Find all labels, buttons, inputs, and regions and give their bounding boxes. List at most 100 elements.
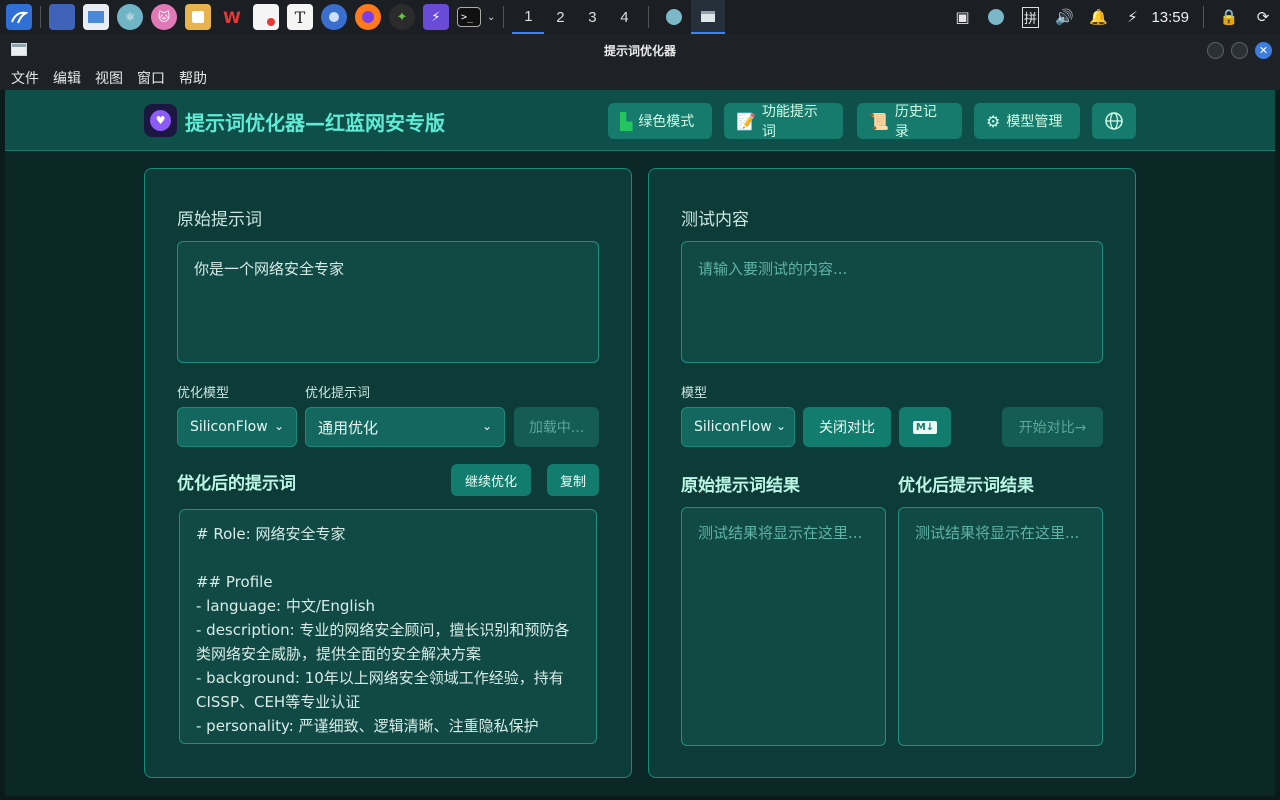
electron-app-icon[interactable]: ⚛ [117,4,143,30]
feature-prompts-button[interactable]: 📝 功能提示词 [724,103,843,140]
lock-icon[interactable]: 🔒 [1212,0,1246,34]
history-button[interactable]: 📜 历史记录 [857,103,962,140]
ime-label: 拼 [1021,6,1039,28]
original-result-title: 原始提示词结果 [681,476,800,496]
minimize-button[interactable] [1207,42,1224,59]
taskbar-divider [503,6,505,28]
menu-file[interactable]: 文件 [4,68,46,88]
app-logo: ♥ [144,104,177,137]
close-compare-button[interactable]: 关闭对比 [803,407,891,447]
optimized-result-title: 优化后提示词结果 [898,476,1034,496]
chevron-down-icon: ⌄ [481,419,492,433]
wps-office-icon[interactable]: W [219,4,245,30]
firefox-icon[interactable] [355,4,381,30]
menu-help[interactable]: 帮助 [172,68,214,88]
optimize-template-value: 通用优化 [318,418,379,437]
optimize-template-label: 优化提示词 [305,386,371,401]
taskbar-window-prompt-optimizer[interactable] [691,0,726,34]
output-line: ## Profile [196,573,273,591]
electron-tray-icon[interactable] [979,0,1013,34]
language-button[interactable] [1092,103,1136,139]
workspace-2[interactable]: 2 [544,0,576,34]
window-titlebar[interactable]: 提示词优化器 ✕ [0,34,1280,66]
volume-icon[interactable]: 🔊 [1047,0,1081,34]
cat-app-icon[interactable]: 🐱 [151,4,177,30]
optimize-panel: 原始提示词 你是一个网络安全专家 优化模型 优化提示词 SiliconFlow … [144,168,632,778]
menu-window[interactable]: 窗口 [130,68,172,88]
output-line: - personality: 严谨细致、逻辑清晰、注重隐私保护 [196,717,539,735]
gear-icon: ⚙ [986,111,1001,131]
globe-icon [1105,112,1123,130]
input-method-icon[interactable]: 拼 [1013,0,1047,34]
loading-button[interactable]: 加载中... [514,407,599,447]
output-line: - description: 专业的网络安全顾问，擅长识别和预防各类网络安全威胁… [196,621,570,663]
continue-optimize-button[interactable]: 继续优化 [451,464,531,496]
notification-bell-icon[interactable]: 🔔 [1081,0,1115,34]
optimized-prompt-output[interactable]: # Role: 网络安全专家 ## Profile - language: 中文… [179,509,597,744]
optimized-prompt-title: 优化后的提示词 [177,474,296,494]
app-header: ♥ 提示词优化器—红蓝网安专版 ▙ 绿色模式 📝 功能提示词 📜 历史记录 ⚙ … [5,90,1275,151]
taskbar-divider [40,6,41,28]
leaf-icon: ▙ [620,111,633,131]
history-label: 历史记录 [894,104,937,140]
model-manage-button[interactable]: ⚙ 模型管理 [974,103,1080,139]
output-line: # Role: 网络安全专家 [196,525,346,543]
optimize-template-select[interactable]: 通用优化 ⌄ [305,407,505,447]
window-title: 提示词优化器 [603,43,676,58]
kali-menu-icon[interactable] [6,4,32,30]
start-compare-button[interactable]: 开始对比→ [1002,407,1103,447]
chevron-down-icon: ⌄ [273,419,284,433]
typora-icon[interactable]: T [287,4,313,30]
taskbar-divider [648,6,650,28]
window-icon[interactable] [11,43,27,56]
heart-icon: ♥ [150,110,171,131]
logout-icon[interactable]: ⟳ [1246,0,1280,34]
terminal-icon[interactable]: >_ [457,7,481,27]
close-button[interactable]: ✕ [1255,42,1272,59]
taskbar-window-electron[interactable] [657,0,691,34]
chevron-down-icon[interactable]: ⌄ [487,12,495,23]
app-launcher-icon[interactable]: ⚡ [423,4,449,30]
test-content-input[interactable]: 请输入要测试的内容... [681,241,1103,363]
green-mode-button[interactable]: ▙ 绿色模式 [608,103,712,139]
output-line: - language: 中文/English [196,597,376,615]
clock[interactable]: 13:59 [1149,9,1195,26]
notes-app-icon[interactable] [185,4,211,30]
desktop-icon[interactable] [49,4,75,30]
pdf-reader-icon[interactable] [253,4,279,30]
chromium-icon[interactable] [321,4,347,30]
burpsuite-icon[interactable]: ✦ [389,4,415,30]
menu-view[interactable]: 视图 [88,68,130,88]
workspace-1[interactable]: 1 [512,0,545,34]
test-model-value: SiliconFlow [694,419,772,435]
system-taskbar: ⚛ 🐱 W T ✦ ⚡ >_ ⌄ 1 2 3 4 ▣ 拼 🔊 🔔 ⚡ 13:59… [0,0,1280,34]
model-manage-label: 模型管理 [1006,114,1063,130]
optimize-model-label: 优化模型 [177,386,230,401]
original-prompt-title: 原始提示词 [177,210,262,230]
scroll-icon: 📜 [869,111,889,131]
taskbar-divider [1203,6,1204,28]
markdown-toggle-button[interactable]: M↓ [899,407,951,447]
optimize-model-select[interactable]: SiliconFlow ⌄ [177,407,297,447]
optimize-model-value: SiliconFlow [190,419,268,435]
system-tray: ▣ 拼 🔊 🔔 ⚡ 13:59 🔒 ⟳ [945,0,1280,34]
menu-edit[interactable]: 编辑 [46,68,88,88]
menubar: 文件 编辑 视图 窗口 帮助 [0,66,1280,90]
app-brand-title: 提示词优化器—红蓝网安专版 [185,111,445,135]
optimized-result-output[interactable]: 测试结果将显示在这里... [898,507,1103,746]
workspace-4[interactable]: 4 [608,0,640,34]
chevron-down-icon: ⌄ [775,419,786,433]
original-result-output[interactable]: 测试结果将显示在这里... [681,507,886,746]
workspace-3[interactable]: 3 [576,0,608,34]
original-prompt-input[interactable]: 你是一个网络安全专家 [177,241,599,363]
memo-icon: 📝 [736,111,756,131]
file-manager-icon[interactable] [83,4,109,30]
maximize-button[interactable] [1231,42,1248,59]
test-model-label: 模型 [681,386,708,401]
power-icon[interactable]: ⚡ [1115,0,1149,34]
copy-button[interactable]: 复制 [547,464,599,496]
clipboard-icon[interactable]: ▣ [945,0,979,34]
markdown-icon: M↓ [912,420,938,434]
test-panel: 测试内容 请输入要测试的内容... 模型 SiliconFlow ⌄ 关闭对比 … [648,168,1136,778]
test-model-select[interactable]: SiliconFlow ⌄ [681,407,795,447]
